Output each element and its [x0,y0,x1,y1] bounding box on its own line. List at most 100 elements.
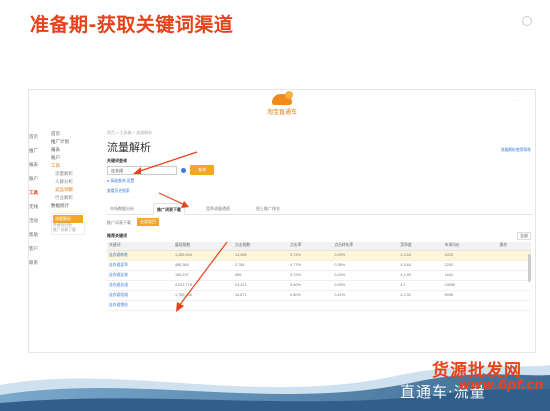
breadcrumb[interactable]: 首页 > 工具箱 > 流量解析 [107,130,152,136]
header-user-links[interactable]: · · · · · · [509,98,523,103]
page-title: 流量解析 [107,142,151,154]
sidebar-sub-nav: 首页 推广计划 报表 账户 工具 流量解析 人群分析 竞品洞察 行业解析 数据统计 流量解析 关键… [51,130,99,235]
decorative-circle [522,16,532,26]
metric-cell [442,300,498,311]
keyword-query-label: 关键词查询 [107,158,127,163]
table-row[interactable]: 连衣裙夏季 485,365 2,784 0.77% 0.36% 4,3.64 2252 [107,260,531,271]
sidebar: 首页 推广 报表 账户 工具 无线 活动 帮助 客户 联系 首页 推广计划 报表 账户 工具 流量解析 人群分… [29,130,101,352]
metric-cell: 0.74% [288,250,333,261]
slide-title: 准备期-获取关键词渠道 [30,14,234,36]
metric-cell: 165,197 [173,270,234,281]
metric-cell: 0.60% [288,280,333,291]
keyword-cell[interactable]: 连衣裙长裙 [107,280,173,291]
sidebar-main-item[interactable]: 无线 [29,200,45,214]
sidebar-main-item[interactable]: 工具 [29,186,45,200]
scrollbar[interactable] [528,254,531,282]
keyword-cell[interactable]: 连衣裙短裙 [107,290,173,301]
info-icon[interactable] [181,168,186,173]
sidebar-main-item[interactable]: 推广 [29,144,45,158]
column-header[interactable]: 关键词 [107,242,173,251]
metric-cell: 4425 [442,250,498,261]
column-header[interactable]: 市场均价 [442,242,498,251]
metric-cell: 0.30% [332,280,399,291]
table-row[interactable]: 连衣裙女装 165,197 956 0.72% 0.40% 4,1.95 1164 [107,270,531,281]
query-button[interactable]: 查询 [190,165,214,175]
sidebar-sub-item[interactable]: 行业解析 [51,194,99,202]
sidebar-popup: 流量解析 关键词分析 推广词表下载 [51,213,85,235]
app-logo[interactable]: 淘宝直通车 [257,91,307,126]
metric-cell: 1,766,136 [173,290,234,301]
metric-cell: 2252 [442,260,498,271]
sidebar-sub-item[interactable]: 竞品洞察 [51,186,99,194]
app-header: 淘宝直通车 · · · · · · [29,90,535,132]
sidebar-sub-item[interactable]: 人群分析 [51,178,99,186]
metric-cell: 1164 [442,270,498,281]
help-link[interactable]: 流量解析使用帮助 [501,148,531,153]
sidebar-main-item[interactable]: 账户 [29,172,45,186]
metric-cell: 0.80% [288,290,333,301]
column-header[interactable]: 点击指数 [233,242,289,251]
app-screenshot: 淘宝直通车 · · · · · · 首页 推广 报表 账户 工具 无线 活动 帮助 客户 联系 首… [28,89,536,353]
sidebar-main-nav: 首页 推广 报表 账户 工具 无线 活动 帮助 客户 联系 [29,130,45,270]
sidebar-sub-item[interactable]: 推广计划 [51,138,99,146]
column-header[interactable]: 竞争度 [398,242,443,251]
action-cell[interactable] [497,280,531,291]
table-row[interactable]: 连衣裙新款 1,285,404 14,985 0.74% 0.30% 4,4.54 4425 [107,250,531,261]
sidebar-main-item[interactable]: 客户 [29,242,45,256]
subfilter-label: 推广词表下载 [107,220,131,225]
tab-online-ranking[interactable]: 线上推广排名 [253,203,283,215]
action-cell[interactable] [497,270,531,281]
metric-cell: 23096 [442,280,498,291]
metric-cell [332,300,399,311]
keyword-cell[interactable]: 连衣裙夏季 [107,260,173,271]
sidebar-sub-item[interactable]: 首页 [51,130,99,138]
table-title: 推荐关键词 [107,233,127,238]
tab-keyword-download[interactable]: 推广词表下载 [153,203,185,215]
tab-bar: 市场数据分析 推广词表下载 竞争流量透视 线上推广排名 [107,203,533,215]
action-cell[interactable] [497,300,531,311]
metric-cell: 0.77% [288,260,333,271]
action-cell[interactable] [497,290,531,301]
metric-cell: 0.72% [288,270,333,281]
column-header[interactable]: 点击转化率 [332,242,399,251]
watermark-url: www.6pf.cn [458,378,544,393]
metric-cell [398,300,443,311]
tab-competition[interactable]: 竞争流量透视 [203,203,233,215]
sidebar-sub-item[interactable]: 流量解析 [51,170,99,178]
advanced-query-option[interactable]: ● 高级查询 设置 [107,179,134,184]
metric-cell: 4,4.54 [398,250,443,261]
table-filter-select[interactable]: 全部 [517,232,531,240]
history-link[interactable]: 查看历史搜索 [107,189,130,194]
sidebar-sub-item[interactable]: 工具 [51,162,99,170]
metric-cell: 23,421 [233,280,289,291]
metric-cell: 4,021,778 [173,280,234,291]
table-row[interactable]: 连衣裙雪纺 [107,300,531,311]
column-header[interactable]: 操作 [497,242,531,251]
sidebar-main-item[interactable]: 联系 [29,256,45,270]
sidebar-main-item[interactable]: 报表 [29,158,45,172]
category-filter-button[interactable]: 全部类目 [137,218,159,226]
sidebar-main-item[interactable]: 首页 [29,130,45,144]
sidebar-main-item[interactable]: 帮助 [29,228,45,242]
metric-cell: 14,871 [233,290,289,301]
table-row[interactable]: 连衣裙长裙 4,021,778 23,421 0.60% 0.30% 4.1 23096 [107,280,531,291]
action-cell[interactable] [497,250,531,261]
keyword-input[interactable]: 连衣裙 [107,166,177,175]
column-header[interactable]: 展现指数 [173,242,234,251]
metric-cell: 4,2.32 [398,290,443,301]
sidebar-sub-item[interactable]: 报表 [51,146,99,154]
sidebar-main-item[interactable]: 活动 [29,214,45,228]
sidebar-popup-active-item[interactable]: 流量解析 [53,215,83,223]
tab-market-analysis[interactable]: 市场数据分析 [107,203,137,215]
table-row[interactable]: 连衣裙短裙 1,766,136 14,871 0.80% 0.41% 4,2.32 9008 [107,290,531,301]
metric-cell: 1,285,404 [173,250,234,261]
column-header[interactable]: 点击率 [288,242,333,251]
keyword-cell[interactable]: 连衣裙女装 [107,270,173,281]
keyword-cell[interactable]: 连衣裙雪纺 [107,300,173,311]
sidebar-sub-item[interactable]: 数据统计 [51,202,99,210]
keyword-cell[interactable]: 连衣裙新款 [107,250,173,261]
sidebar-sub-item[interactable]: 账户 [51,154,99,162]
metric-cell: 0.41% [332,290,399,301]
action-cell[interactable] [497,260,531,271]
sidebar-popup-item[interactable]: 推广词表下载 [53,228,83,233]
